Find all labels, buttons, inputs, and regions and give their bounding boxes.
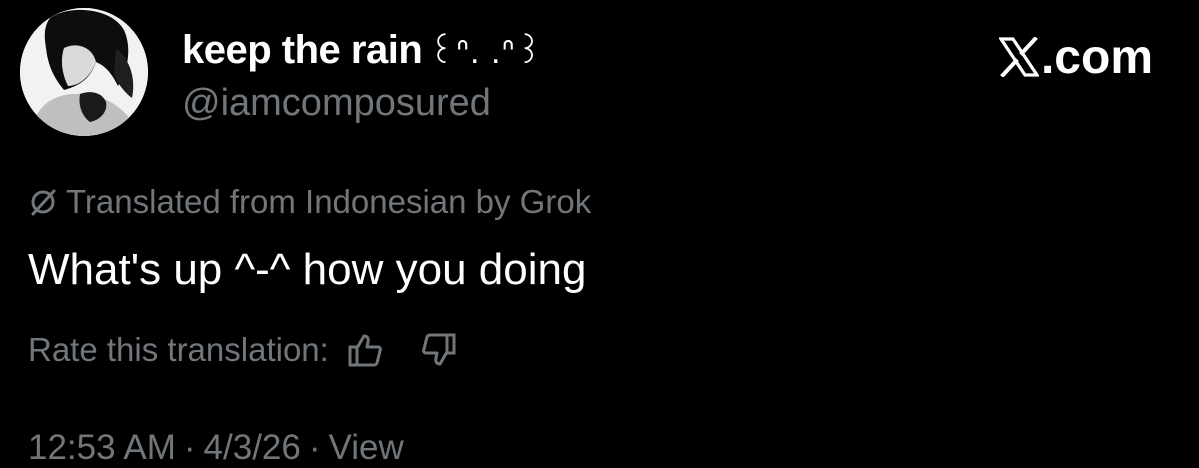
brand-label: .com	[1040, 31, 1153, 84]
tweet-meta: 12:53 AM · 4/3/26 · View	[28, 428, 404, 468]
view-link[interactable]: View	[329, 428, 404, 467]
thumbs-up-icon[interactable]	[345, 330, 385, 370]
rate-label: Rate this translation:	[28, 331, 329, 368]
author-display-name[interactable]: keep the rain ꒰ᐢ. .ᐢ꒱	[182, 27, 543, 73]
grok-icon	[28, 187, 58, 217]
x-logo-icon	[997, 34, 1040, 78]
meta-separator: ·	[183, 428, 196, 467]
avatar[interactable]	[20, 8, 148, 136]
rate-translation-row: Rate this translation:	[28, 330, 459, 370]
thumbs-down-icon[interactable]	[419, 330, 459, 370]
name-emoticon: ꒰ᐢ. .ᐢ꒱	[428, 33, 544, 71]
brand-link[interactable]: .com	[997, 30, 1153, 85]
author-handle[interactable]: @iamcomposured	[182, 82, 491, 125]
tweet-text: What's up ^-^ how you doing	[28, 245, 587, 294]
profile-avatar-image	[20, 8, 148, 136]
tweet-card: keep the rain ꒰ᐢ. .ᐢ꒱ @iamcomposured .com…	[0, 0, 1199, 468]
translation-note: Translated from Indonesian by Grok	[28, 183, 591, 221]
meta-separator: ·	[308, 428, 321, 467]
tweet-date[interactable]: 4/3/26	[204, 428, 301, 467]
display-name-text: keep the rain	[182, 28, 423, 72]
translation-note-text: Translated from Indonesian by Grok	[66, 183, 592, 220]
tweet-time[interactable]: 12:53 AM	[28, 428, 176, 467]
